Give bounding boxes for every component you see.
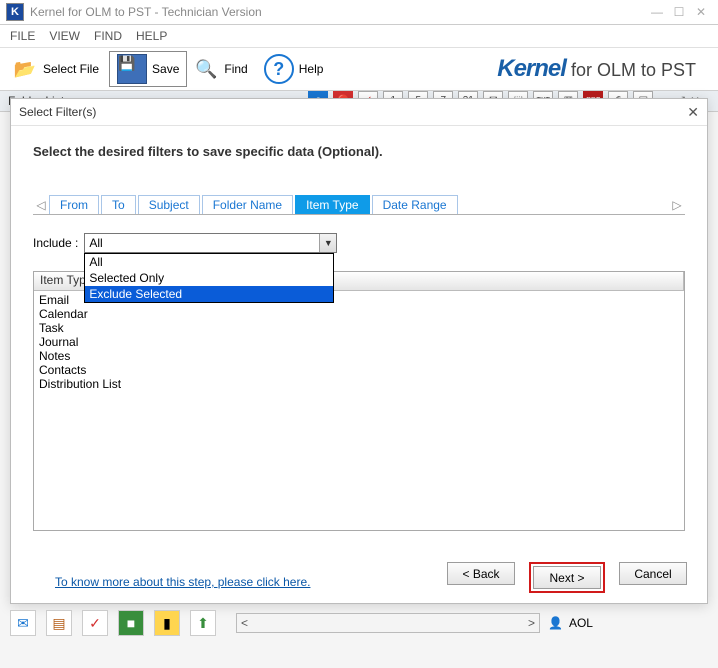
bottom-icon-mail[interactable]: ✉ — [10, 610, 36, 636]
minimize-button[interactable]: — — [646, 3, 668, 21]
close-button[interactable]: ✕ — [690, 3, 712, 21]
include-dropdown[interactable]: All ▼ — [84, 233, 337, 253]
bottom-icon-task[interactable]: ✓ — [82, 610, 108, 636]
tab-subject[interactable]: Subject — [138, 195, 200, 214]
window-title: Kernel for OLM to PST - Technician Versi… — [30, 5, 262, 19]
cancel-button[interactable]: Cancel — [619, 562, 687, 585]
bottom-icon-up[interactable]: ⬆ — [190, 610, 216, 636]
next-button[interactable]: Next > — [533, 566, 601, 589]
scroll-left-icon[interactable]: < — [241, 616, 248, 630]
save-icon: 💾 — [117, 54, 147, 84]
include-dropdown-list: All Selected Only Exclude Selected — [84, 253, 334, 303]
brand: Kernel for OLM to PST — [497, 55, 712, 83]
learn-more-link[interactable]: To know more about this step, please cli… — [55, 575, 310, 589]
menu-help[interactable]: HELP — [136, 29, 167, 43]
table-row[interactable]: Calendar — [39, 307, 679, 321]
tab-folder-name[interactable]: Folder Name — [202, 195, 293, 214]
instruction-text: Select the desired filters to save speci… — [33, 144, 685, 159]
tab-scroll-left-icon[interactable]: ◁ — [33, 198, 49, 212]
find-button[interactable]: 🔍 Find — [187, 53, 253, 85]
next-button-highlight: Next > — [529, 562, 605, 593]
select-file-button[interactable]: 📂 Select File — [6, 53, 105, 85]
maximize-button[interactable]: ☐ — [668, 3, 690, 21]
tab-item-type[interactable]: Item Type — [295, 195, 369, 214]
include-option-all[interactable]: All — [85, 254, 333, 270]
aol-icon: 👤 — [548, 616, 563, 630]
table-row[interactable]: Distribution List — [39, 377, 679, 391]
menu-find[interactable]: FIND — [94, 29, 122, 43]
aol-label: AOL — [569, 616, 593, 630]
tab-scroll-right-icon[interactable]: ▷ — [669, 198, 685, 212]
menu-file[interactable]: FILE — [10, 29, 35, 43]
chevron-down-icon: ▼ — [319, 234, 336, 252]
table-row[interactable]: Task — [39, 321, 679, 335]
app-icon: K — [6, 3, 24, 21]
table-row[interactable]: Contacts — [39, 363, 679, 377]
tab-date-range[interactable]: Date Range — [372, 195, 458, 214]
folder-icon: 📂 — [12, 56, 38, 82]
help-button[interactable]: ? Help — [258, 51, 330, 87]
include-label: Include : — [33, 236, 78, 250]
table-row[interactable]: Notes — [39, 349, 679, 363]
tab-to[interactable]: To — [101, 195, 136, 214]
menu-view[interactable]: VIEW — [49, 29, 80, 43]
tab-from[interactable]: From — [49, 195, 99, 214]
dialog-close-button[interactable]: ✕ — [687, 104, 699, 121]
question-icon: ? — [264, 54, 294, 84]
dialog-title: Select Filter(s) — [19, 105, 96, 119]
save-button[interactable]: 💾 Save — [109, 51, 187, 87]
bottom-icon-notes[interactable]: ■ — [118, 610, 144, 636]
include-option-selected-only[interactable]: Selected Only — [85, 270, 333, 286]
scroll-right-icon[interactable]: > — [528, 616, 535, 630]
table-row[interactable]: Journal — [39, 335, 679, 349]
back-button[interactable]: < Back — [447, 562, 515, 585]
bottom-icon-calendar[interactable]: ▤ — [46, 610, 72, 636]
bottom-icon-sticky[interactable]: ▮ — [154, 610, 180, 636]
menubar: FILE VIEW FIND HELP — [0, 25, 718, 47]
select-filters-dialog: Select Filter(s) ✕ Select the desired fi… — [10, 98, 708, 604]
bottom-scroll[interactable]: < > — [236, 613, 540, 633]
magnifier-icon: 🔍 — [193, 56, 219, 82]
include-option-exclude-selected[interactable]: Exclude Selected — [85, 286, 333, 302]
